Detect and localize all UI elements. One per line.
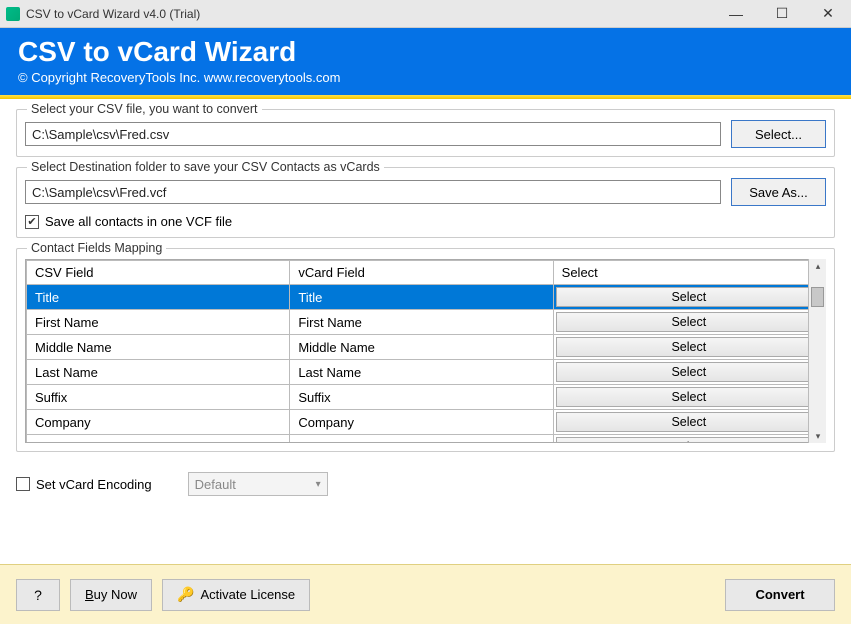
- convert-button[interactable]: Convert: [725, 579, 835, 611]
- select-field-button[interactable]: Select: [556, 387, 822, 407]
- vcard-field-cell: Suffix: [290, 385, 553, 410]
- select-cell: Select: [553, 310, 824, 335]
- csv-field-cell: Department: [27, 435, 290, 444]
- table-row[interactable]: Last NameLast NameSelect: [27, 360, 825, 385]
- close-button[interactable]: ✕: [805, 0, 851, 28]
- scroll-up-icon[interactable]: ▴: [809, 259, 827, 273]
- accent-bar: [0, 95, 851, 99]
- source-fieldset: Select your CSV file, you want to conver…: [16, 109, 835, 157]
- header: CSV to vCard Wizard © Copyright Recovery…: [0, 28, 851, 95]
- vcard-field-cell: Company: [290, 410, 553, 435]
- mapping-legend: Contact Fields Mapping: [27, 241, 166, 255]
- select-field-button[interactable]: Select: [556, 287, 822, 307]
- select-cell: Select: [553, 385, 824, 410]
- save-single-vcf-checkbox[interactable]: [25, 215, 39, 229]
- minimize-button[interactable]: —: [713, 0, 759, 28]
- vcard-field-cell: Last Name: [290, 360, 553, 385]
- csv-field-cell: Middle Name: [27, 335, 290, 360]
- vcard-field-cell: Department: [290, 435, 553, 444]
- dest-legend: Select Destination folder to save your C…: [27, 160, 384, 174]
- select-field-button[interactable]: Select: [556, 437, 822, 443]
- source-legend: Select your CSV file, you want to conver…: [27, 102, 262, 116]
- select-field-button[interactable]: Select: [556, 362, 822, 382]
- scrollbar[interactable]: ▴ ▾: [808, 259, 826, 443]
- col-select-header[interactable]: Select: [553, 261, 824, 285]
- vcard-field-cell: First Name: [290, 310, 553, 335]
- col-vcard-header[interactable]: vCard Field: [290, 261, 553, 285]
- table-row[interactable]: SuffixSuffixSelect: [27, 385, 825, 410]
- scroll-thumb[interactable]: [811, 287, 824, 307]
- mapping-table: CSV Field vCard Field Select TitleTitleS…: [26, 260, 825, 443]
- table-row[interactable]: DepartmentDepartmentSelect: [27, 435, 825, 444]
- col-csv-header[interactable]: CSV Field: [27, 261, 290, 285]
- encoding-value: Default: [195, 477, 236, 492]
- select-cell: Select: [553, 285, 824, 310]
- select-cell: Select: [553, 410, 824, 435]
- vcard-field-cell: Middle Name: [290, 335, 553, 360]
- buy-now-label: Buy Now: [85, 587, 137, 602]
- content-area: Select your CSV file, you want to conver…: [0, 109, 851, 496]
- csv-field-cell: Title: [27, 285, 290, 310]
- app-icon: [6, 7, 20, 21]
- select-cell: Select: [553, 435, 824, 444]
- maximize-button[interactable]: ☐: [759, 0, 805, 28]
- save-as-button[interactable]: Save As...: [731, 178, 826, 206]
- table-row[interactable]: Middle NameMiddle NameSelect: [27, 335, 825, 360]
- dest-path-input[interactable]: [25, 180, 721, 204]
- table-row[interactable]: TitleTitleSelect: [27, 285, 825, 310]
- csv-field-cell: Last Name: [27, 360, 290, 385]
- table-row[interactable]: CompanyCompanySelect: [27, 410, 825, 435]
- window-controls: — ☐ ✕: [713, 0, 851, 28]
- save-single-vcf-label: Save all contacts in one VCF file: [45, 214, 232, 229]
- help-button[interactable]: ?: [16, 579, 60, 611]
- app-title: CSV to vCard Wizard: [18, 36, 833, 68]
- source-path-input[interactable]: [25, 122, 721, 146]
- activate-label: Activate License: [200, 587, 295, 602]
- select-cell: Select: [553, 360, 824, 385]
- titlebar: CSV to vCard Wizard v4.0 (Trial) — ☐ ✕: [0, 0, 851, 28]
- window-title: CSV to vCard Wizard v4.0 (Trial): [26, 7, 713, 21]
- select-source-button[interactable]: Select...: [731, 120, 826, 148]
- encoding-row: Set vCard Encoding Default ▾: [16, 472, 835, 496]
- scroll-down-icon[interactable]: ▾: [809, 429, 827, 443]
- table-row[interactable]: First NameFirst NameSelect: [27, 310, 825, 335]
- copyright-text: © Copyright RecoveryTools Inc. www.recov…: [18, 70, 833, 85]
- key-icon: 🔑: [177, 586, 194, 603]
- mapping-fieldset: Contact Fields Mapping CSV Field vCard F…: [16, 248, 835, 452]
- select-field-button[interactable]: Select: [556, 337, 822, 357]
- encoding-checkbox[interactable]: [16, 477, 30, 491]
- encoding-label: Set vCard Encoding: [36, 477, 152, 492]
- activate-license-button[interactable]: 🔑 Activate License: [162, 579, 310, 611]
- mapping-table-wrap: CSV Field vCard Field Select TitleTitleS…: [25, 259, 826, 443]
- buy-now-button[interactable]: Buy Now: [70, 579, 152, 611]
- vcard-field-cell: Title: [290, 285, 553, 310]
- csv-field-cell: Company: [27, 410, 290, 435]
- select-cell: Select: [553, 335, 824, 360]
- csv-field-cell: First Name: [27, 310, 290, 335]
- select-field-button[interactable]: Select: [556, 412, 822, 432]
- dest-fieldset: Select Destination folder to save your C…: [16, 167, 835, 238]
- csv-field-cell: Suffix: [27, 385, 290, 410]
- select-field-button[interactable]: Select: [556, 312, 822, 332]
- chevron-down-icon: ▾: [316, 479, 321, 490]
- encoding-dropdown[interactable]: Default ▾: [188, 472, 328, 496]
- footer: ? Buy Now 🔑 Activate License Convert: [0, 564, 851, 624]
